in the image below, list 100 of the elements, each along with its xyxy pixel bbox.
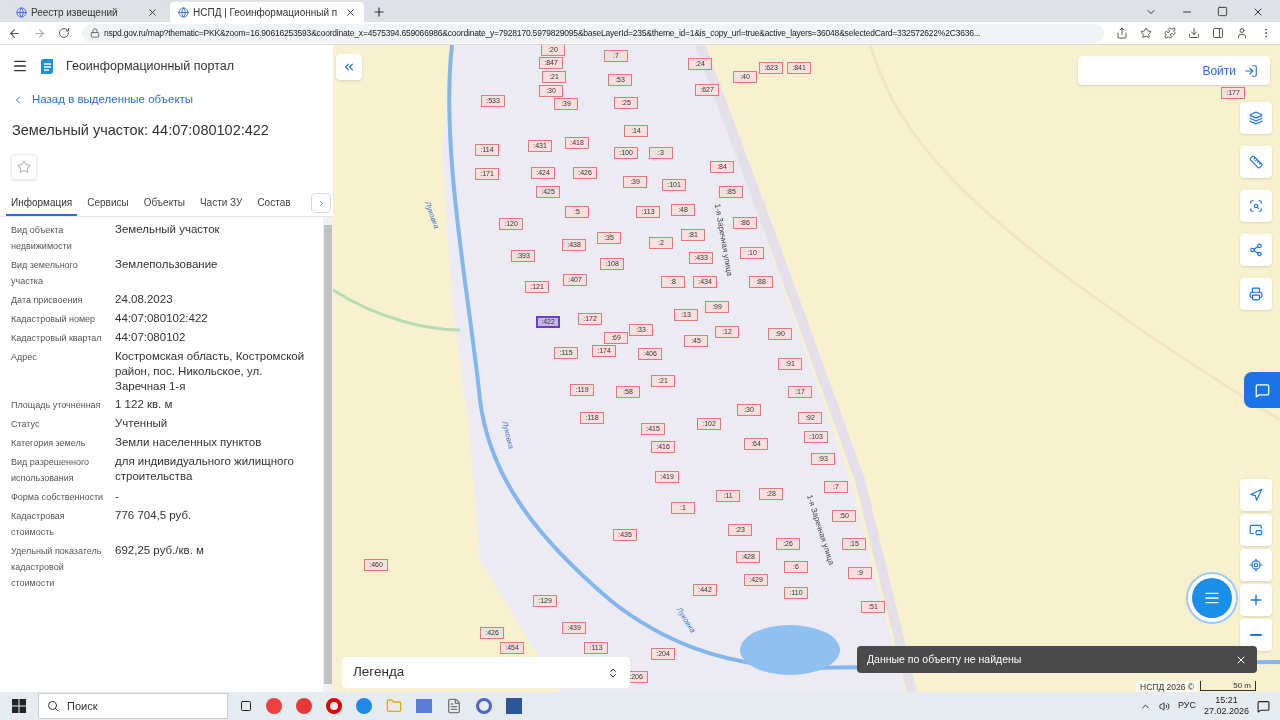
app-icon[interactable] <box>266 698 282 714</box>
field-value: Земельный участок <box>115 222 221 237</box>
navigation-arrow-icon <box>1249 488 1263 502</box>
close-window-icon[interactable] <box>1252 6 1264 18</box>
tab-favicon-icon <box>178 6 189 18</box>
field-value: 44:07:080102:422 <box>115 311 209 326</box>
info-tab[interactable]: Информация <box>6 190 78 216</box>
minimap-button[interactable] <box>1240 514 1272 546</box>
field-value: 44:07:080102 <box>115 330 187 345</box>
tab-favicon-icon <box>16 6 27 18</box>
field-label: Удельный показатель кадастровой стоимости <box>11 545 103 590</box>
field-label: Дата присвоения <box>11 294 84 307</box>
task-view-icon[interactable] <box>240 700 252 712</box>
collapse-panel-button[interactable] <box>336 54 362 80</box>
locate-button[interactable] <box>1240 549 1272 581</box>
reload-icon[interactable] <box>58 27 70 39</box>
extensions-icon[interactable] <box>1164 27 1176 39</box>
minimap-icon <box>1249 523 1263 537</box>
start-icon[interactable] <box>12 699 26 713</box>
field-label: Кадастровый номер <box>11 313 97 326</box>
field-value: Костромская область, Костромской район, пос. Никольское, ул. Заречная 1-я <box>115 349 306 394</box>
language-indicator[interactable]: РУС <box>1177 699 1196 713</box>
parcel-heading: Земельный участок: 44:07:080102:422 <box>11 121 270 141</box>
field-label: Вид разрешенного использования <box>11 456 91 485</box>
updown-icon <box>607 666 619 679</box>
menu-icon[interactable] <box>12 58 28 74</box>
app-icon[interactable] <box>296 698 312 714</box>
side-widget-button[interactable] <box>1244 372 1280 408</box>
field-label: Площадь уточненная <box>11 399 102 412</box>
browser-tab[interactable]: НСПД | Геоинформационный п <box>170 2 365 22</box>
field-label: Статус <box>11 418 41 431</box>
bookmark-icon[interactable] <box>1140 27 1152 39</box>
notifications-icon[interactable] <box>1257 699 1270 713</box>
address-bar[interactable]: nspd.gov.ru/map?thematic=PKK&zoom=16.90616253593&coordinate_x=4575394.659066986&coordinate_y=7928170.5979829095&baseLayerId=235&theme_id=1&is_copy_url=true&active_layers=36048&selectedCard=332572622%2C3636... <box>82 23 1104 43</box>
new-tab-icon[interactable] <box>372 5 387 19</box>
profile-icon[interactable] <box>1236 27 1248 39</box>
field-value: - <box>115 489 120 504</box>
volume-icon[interactable] <box>1158 700 1170 712</box>
field-value: 692,25 руб./кв. м <box>115 543 205 558</box>
field-label: Кадастровая стоимость <box>11 510 66 539</box>
tab-title: НСПД | Геоинформационный п <box>193 5 338 20</box>
back-icon[interactable] <box>8 26 21 40</box>
info-tab[interactable]: Состав <box>252 190 296 216</box>
map-drawing[interactable] <box>333 45 1280 692</box>
share-button[interactable] <box>1240 234 1272 266</box>
share-icon[interactable] <box>1116 27 1128 39</box>
maximize-icon[interactable] <box>1217 6 1228 17</box>
toast-message: Данные по объекту не найдены <box>867 651 1022 667</box>
scrollbar[interactable] <box>323 217 333 692</box>
chat-lines-icon <box>1204 590 1220 606</box>
field-label: Кадастровый квартал <box>11 332 103 345</box>
login-icon <box>1244 63 1258 78</box>
message-icon <box>1254 382 1270 398</box>
forward-icon[interactable] <box>33 26 46 40</box>
app-icon[interactable] <box>476 698 492 714</box>
field-value: Земли населенных пунктов <box>115 435 263 450</box>
ruler-icon <box>1249 155 1263 169</box>
layers-icon <box>1249 111 1263 125</box>
lock-icon <box>90 28 100 38</box>
field-value: 776 704,5 руб. <box>115 508 193 523</box>
clock-date: 27.02.2026 <box>1203 706 1249 717</box>
star-icon <box>17 160 31 174</box>
share-icon <box>1249 243 1263 257</box>
zoom-out-button[interactable] <box>1240 619 1272 651</box>
double-chevron-left-icon <box>342 60 356 74</box>
field-value: Учтенный <box>115 416 169 431</box>
side-panel-icon[interactable] <box>1212 27 1224 39</box>
field-value: 24.08.2023 <box>115 292 174 307</box>
plus-icon <box>1248 592 1264 608</box>
street-label: 1-я Заречная улица <box>711 202 736 278</box>
back-link[interactable]: Назад в выделенные объекты <box>0 91 333 109</box>
info-tab[interactable]: Объекты <box>138 190 190 216</box>
download-icon[interactable] <box>1188 27 1200 39</box>
app-icon[interactable] <box>356 698 372 714</box>
info-tab[interactable]: Сервисы <box>82 190 134 216</box>
area-search-button[interactable] <box>1240 190 1272 222</box>
portal-title: Геоинформационный портал <box>66 57 235 75</box>
portal-logo-icon <box>40 58 54 74</box>
field-label: Вид объекта недвижимости <box>11 224 73 253</box>
info-tab[interactable]: Части ЗУ <box>194 190 248 216</box>
legend-dropdown[interactable]: Легенда <box>342 657 630 688</box>
document-icon[interactable] <box>446 698 462 714</box>
taskbar-search-field[interactable]: Поиск <box>38 693 228 719</box>
layers-button[interactable] <box>1240 102 1272 134</box>
printer-icon <box>1249 287 1263 301</box>
app-icon[interactable] <box>326 698 342 714</box>
field-label: Категория земель <box>11 437 87 450</box>
locate-icon <box>1249 558 1263 572</box>
login-button[interactable]: Войти <box>1078 56 1270 85</box>
field-label: Адрес <box>11 351 38 364</box>
field-label: Вид земельного участка <box>11 259 79 288</box>
minus-icon <box>1250 634 1262 636</box>
field-value: 1 122 кв. м <box>115 397 174 412</box>
field-value: Землепользование <box>115 257 219 272</box>
ruler-button[interactable] <box>1240 146 1272 178</box>
print-button[interactable] <box>1240 278 1272 310</box>
close-icon[interactable] <box>147 6 158 18</box>
navigate-button[interactable] <box>1240 479 1272 511</box>
close-icon[interactable] <box>345 6 357 18</box>
scale-bar: 50 m <box>1200 681 1256 691</box>
